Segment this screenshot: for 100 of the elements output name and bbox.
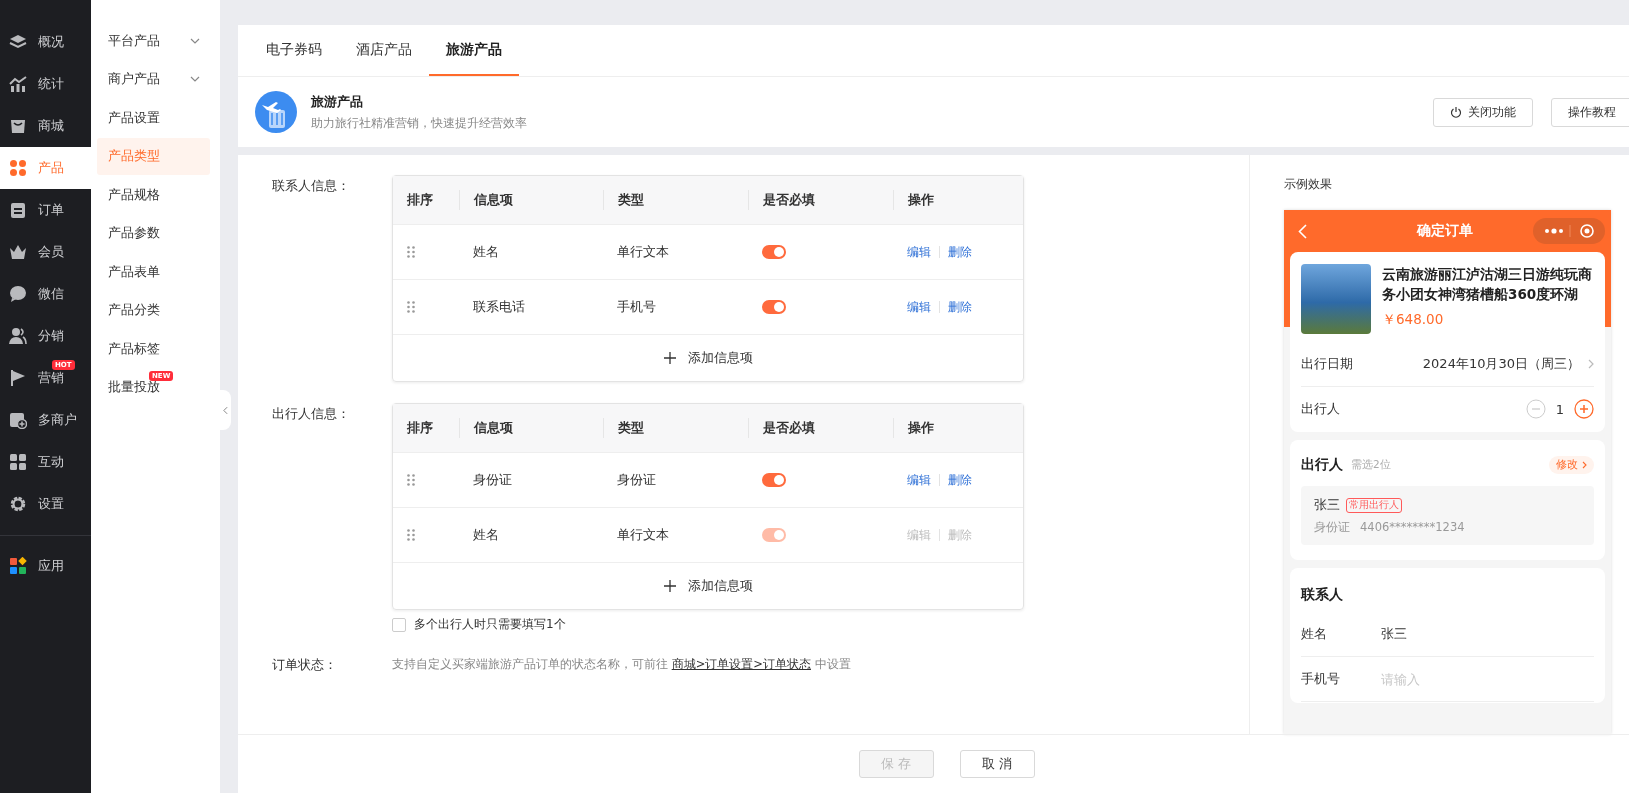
nav-item[interactable]: 统计 (0, 63, 91, 105)
required-toggle[interactable] (762, 300, 786, 314)
action-link[interactable]: 删除 (948, 471, 972, 489)
preview-label: 示例效果 (1284, 177, 1333, 192)
checkbox[interactable] (392, 617, 406, 632)
nav-item[interactable]: 概况 (0, 21, 91, 63)
field-label: 姓名 (1301, 625, 1328, 643)
column-header: 排序 (406, 419, 434, 437)
flag-icon (9, 369, 27, 387)
column-header: 排序 (406, 191, 434, 209)
nav-item[interactable]: 微信 (0, 273, 91, 315)
submenu-item[interactable]: 产品设置 (97, 99, 210, 136)
nav-item[interactable]: 应用 (0, 545, 91, 587)
table-cell-text: 手机号 (616, 298, 657, 316)
column-header: 操作 (893, 418, 1023, 438)
nav-item[interactable]: 分销 (0, 315, 91, 357)
quantity-value: 1 (1555, 401, 1564, 417)
product-price: ￥648.00 (1382, 311, 1445, 329)
nav-item[interactable]: 设置 (0, 483, 91, 525)
date-row[interactable]: 出行日期 2024年10月30日（周三） (1301, 342, 1594, 387)
column-header: 类型 (603, 190, 748, 210)
field-label: 出行日期 (1301, 355, 1354, 373)
table-cell-text: 身份证 (616, 471, 657, 489)
required-toggle[interactable] (762, 245, 786, 259)
field-value: 张三 (1381, 625, 1407, 643)
nav-item[interactable]: 会员 (0, 231, 91, 273)
field-label: 订单状态： (272, 656, 338, 674)
submenu-item[interactable]: 产品参数 (97, 214, 210, 252)
action-link: 删除 (948, 526, 972, 544)
nav-item[interactable]: 多商户 (0, 399, 91, 441)
clipboard-icon (9, 201, 27, 219)
date-value: 2024年10月30日（周三） (1422, 355, 1580, 373)
table-cell-text: 单行文本 (616, 526, 670, 544)
add-item-button[interactable]: 添加信息项 (393, 335, 1023, 381)
field-label: 手机号 (1301, 670, 1341, 688)
plus-icon (1574, 399, 1594, 419)
field-label: 出行人 (1301, 400, 1341, 418)
tab[interactable]: 旅游产品 (429, 25, 519, 76)
nav-item[interactable]: 商城 (0, 105, 91, 147)
chevron-down-icon (190, 37, 200, 44)
field-label: 出行人信息： (272, 405, 351, 423)
tab[interactable]: 电子券码 (249, 25, 339, 76)
drag-handle-icon (407, 246, 415, 258)
crown-icon (9, 243, 27, 261)
action-link[interactable]: 删除 (948, 298, 972, 316)
collapse-handle[interactable] (220, 390, 231, 430)
action-link: 编辑 (907, 526, 931, 544)
checkbox-label: 多个出行人时只需要填写1个 (414, 616, 566, 633)
bar-chart-icon (9, 75, 27, 93)
shopping-bag-icon (9, 117, 27, 135)
action-link[interactable]: 删除 (948, 243, 972, 261)
column-header: 操作 (893, 190, 1023, 210)
plus-icon (663, 352, 676, 364)
action-link[interactable]: 编辑 (907, 243, 931, 261)
table-cell-text: 联系电话 (472, 298, 526, 316)
plus-icon (663, 580, 676, 592)
back-icon (1298, 223, 1307, 239)
app-grid-icon (9, 557, 27, 575)
section-title: 联系人 (1301, 585, 1344, 604)
page-title: 旅游产品 (311, 93, 364, 111)
tab[interactable]: 酒店产品 (339, 25, 429, 76)
phone-title: 确定订单 (1415, 222, 1474, 240)
section-hint: 需选2位 (1351, 458, 1392, 472)
nav-item[interactable]: 订单 (0, 189, 91, 231)
four-petal-icon (9, 159, 27, 177)
footer-button[interactable]: 取 消 (959, 750, 1035, 778)
page-subtitle: 助力旅行社精准营销，快速提升经营效率 (311, 116, 528, 131)
table-cell-text: 单行文本 (616, 243, 670, 261)
required-toggle[interactable] (762, 473, 786, 487)
users-icon (9, 327, 27, 345)
id-label: 身份证 (1314, 520, 1350, 535)
submenu-item[interactable]: 平台产品 (97, 22, 210, 59)
table-cell-text: 姓名 (472, 243, 500, 261)
layers-icon (9, 33, 27, 51)
grid-blocks-icon (9, 453, 27, 471)
chevron-right-icon (1582, 461, 1587, 469)
header-button[interactable]: 操作教程 (1551, 97, 1629, 127)
submenu-item[interactable]: 产品表单 (97, 253, 210, 290)
settings-link[interactable]: 商城>订单设置>订单状态 (671, 657, 811, 671)
column-header: 信息项 (459, 190, 603, 210)
nav-item[interactable]: 互动 (0, 441, 91, 483)
submenu-item[interactable]: 产品分类 (97, 291, 210, 329)
table-cell-text: 姓名 (472, 526, 500, 544)
add-item-button[interactable]: 添加信息项 (393, 563, 1023, 609)
minus-icon (1525, 399, 1546, 419)
action-link[interactable]: 编辑 (907, 298, 931, 316)
capsule-menu-icon (1533, 218, 1605, 244)
id-number: 4406********1234 (1360, 520, 1465, 535)
chat-bubble-icon (9, 285, 27, 303)
footer-button: 保 存 (858, 750, 934, 778)
submenu-item[interactable]: 商户产品 (97, 60, 210, 98)
submenu-item[interactable]: 产品标签 (97, 330, 210, 367)
drag-handle-icon (407, 301, 415, 313)
submenu-item[interactable]: 产品规格 (97, 176, 210, 213)
power-icon (1450, 106, 1462, 118)
drag-handle-icon (407, 529, 415, 541)
field-label: 联系人信息： (272, 177, 351, 195)
action-link[interactable]: 编辑 (907, 471, 931, 489)
column-header: 是否必填 (748, 190, 893, 210)
header-button[interactable]: 关闭功能 (1433, 97, 1533, 127)
